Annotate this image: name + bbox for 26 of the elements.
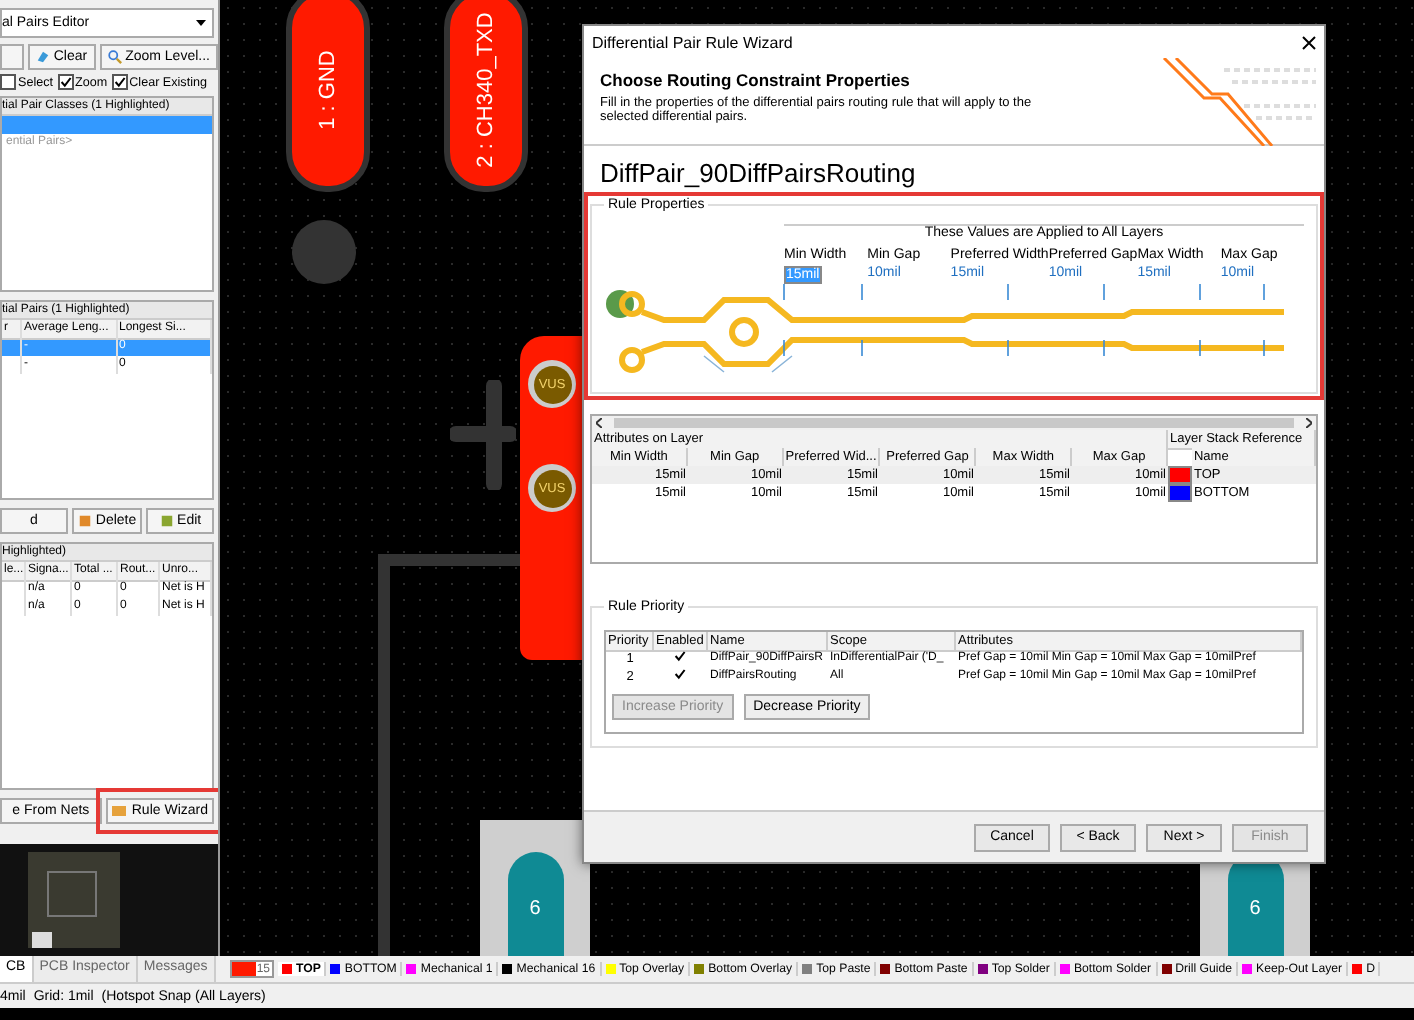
- checkbox[interactable]: [111, 74, 128, 90]
- scroll-left-icon[interactable]: [596, 418, 602, 428]
- scrollbar-thumb[interactable]: [614, 418, 1294, 428]
- hole: [292, 220, 356, 284]
- magnifier-icon: [107, 50, 122, 64]
- rule-name: DiffPair_90DiffPairsRouting: [598, 156, 918, 192]
- close-icon[interactable]: [1302, 35, 1316, 49]
- checkbox[interactable]: [0, 74, 16, 90]
- eraser-icon: [35, 50, 50, 64]
- board-thumbnail-drawing: [28, 852, 120, 948]
- edit-icon: [159, 514, 174, 528]
- check-icon: [113, 76, 126, 88]
- dialog-title: Differential Pair Rule Wizard: [592, 33, 793, 51]
- plus-mark-icon: [450, 380, 516, 490]
- pad-label: 2 : CH340_TXD: [474, 12, 498, 168]
- checkbox[interactable]: [57, 74, 74, 90]
- pad: 6: [507, 852, 563, 956]
- wizard-heading: Choose Routing Constraint Properties: [600, 70, 912, 90]
- checkbox[interactable]: [674, 650, 688, 664]
- check-icon: [59, 76, 72, 88]
- delete-icon: [77, 514, 92, 528]
- caret-icon: [196, 20, 206, 26]
- checkbox[interactable]: [674, 668, 688, 682]
- scroll-right-icon[interactable]: [1306, 418, 1312, 428]
- wizard-icon: [111, 804, 128, 818]
- pad-label: 1 : GND: [316, 50, 340, 130]
